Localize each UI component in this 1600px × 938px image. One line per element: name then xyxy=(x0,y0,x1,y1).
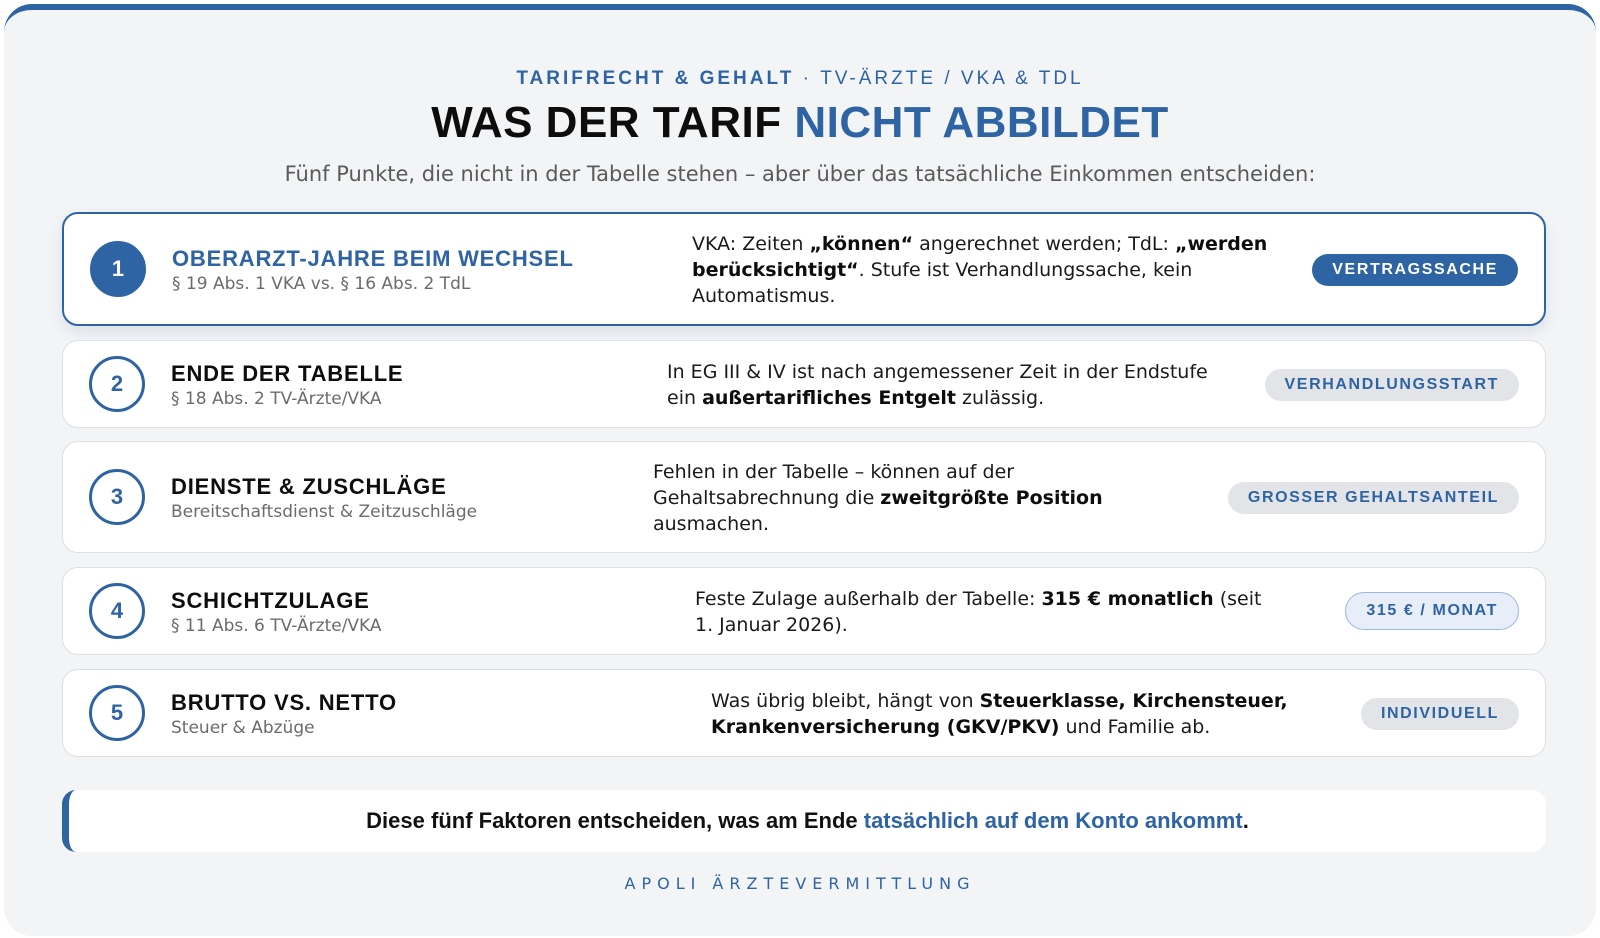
item-number-4: 4 xyxy=(89,583,145,639)
item-badge-4: 315 € / MONAT xyxy=(1345,592,1519,630)
desc-text: Feste Zulage außerhalb der Tabelle: xyxy=(695,588,1042,610)
item-badge-1: VERTRAGSSACHE xyxy=(1312,254,1518,286)
eyebrow-main: TARIFRECHT & GEHALT xyxy=(516,68,795,89)
item-card-1: 1 OBERARZT-JAHRE BEIM WECHSEL § 19 Abs. … xyxy=(62,212,1546,326)
item-subtitle-4: § 11 Abs. 6 TV-Ärzte/VKA xyxy=(171,616,382,636)
desc-text: ausmachen. xyxy=(653,513,769,535)
footer-brand: APOLI ÄRZTEVERMITTLUNG xyxy=(624,874,976,893)
desc-text: und Familie ab. xyxy=(1059,716,1211,738)
banner-highlight: tatsächlich auf dem Konto ankommt xyxy=(863,808,1243,833)
item-subtitle-1: § 19 Abs. 1 VKA vs. § 16 Abs. 2 TdL xyxy=(172,274,471,294)
infographic-frame: TARIFRECHT & GEHALT · TV-ÄRZTE / VKA & T… xyxy=(4,4,1596,936)
item-badge-5: INDIVIDUELL xyxy=(1360,698,1519,730)
item-number-5: 5 xyxy=(89,685,145,741)
page-title: WAS DER TARIF NICHT ABBILDET xyxy=(4,98,1596,148)
eyebrow-separator: · xyxy=(802,68,812,89)
item-card-2: 2 ENDE DER TABELLE § 18 Abs. 2 TV-Ärzte/… xyxy=(62,340,1546,428)
item-title-5: BRUTTO VS. NETTO xyxy=(171,690,397,715)
desc-bold-text: außertarifliches Entgelt xyxy=(702,387,956,409)
banner-text-after: . xyxy=(1242,808,1249,833)
desc-text: angerechnet werden; TdL: xyxy=(913,233,1175,255)
item-title-3: DIENSTE & ZUSCHLÄGE xyxy=(171,474,447,499)
page-subtitle: Fünf Punkte, die nicht in der Tabelle st… xyxy=(284,162,1316,186)
item-subtitle-2: § 18 Abs. 2 TV-Ärzte/VKA xyxy=(171,389,382,409)
item-title-2: ENDE DER TABELLE xyxy=(171,361,404,386)
item-card-5: 5 BRUTTO VS. NETTO Steuer & Abzüge Was ü… xyxy=(62,669,1546,757)
item-subtitle-3: Bereitschaftsdienst & Zeitzuschläge xyxy=(171,502,478,522)
desc-bold-text: 315 € monatlich xyxy=(1041,588,1214,610)
desc-text: zulässig. xyxy=(955,387,1045,409)
item-title-4: SCHICHTZULAGE xyxy=(171,588,370,613)
item-badge-2: VERHANDLUNGSSTART xyxy=(1264,369,1519,401)
item-desc-3: Fehlen in der Tabelle – können auf der G… xyxy=(653,459,1123,537)
title-dark: WAS DER TARIF xyxy=(431,98,782,147)
item-number-3: 3 xyxy=(89,469,145,525)
item-number-2: 2 xyxy=(89,356,145,412)
item-card-3: 3 DIENSTE & ZUSCHLÄGE Bereitschaftsdiens… xyxy=(62,441,1546,553)
item-desc-4: Feste Zulage außerhalb der Tabelle: 315 … xyxy=(695,586,1285,638)
item-subtitle-5: Steuer & Abzüge xyxy=(171,718,315,738)
item-title-1: OBERARZT-JAHRE BEIM WECHSEL xyxy=(172,246,574,271)
desc-text: Was übrig bleibt, hängt von xyxy=(711,690,980,712)
item-number-1: 1 xyxy=(90,241,146,297)
item-desc-5: Was übrig bleibt, hängt von Steuerklasse… xyxy=(711,688,1311,740)
item-badge-3: GROSSER GEHALTSANTEIL xyxy=(1227,482,1519,514)
summary-banner: Diese fünf Faktoren entscheiden, was am … xyxy=(62,790,1546,852)
eyebrow: TARIFRECHT & GEHALT · TV-ÄRZTE / VKA & T… xyxy=(4,68,1596,90)
eyebrow-rest: TV-ÄRZTE / VKA & TDL xyxy=(820,68,1084,89)
desc-bold-text: zweitgrößte Position xyxy=(880,487,1103,509)
title-accent: NICHT ABBILDET xyxy=(794,98,1169,147)
item-desc-2: In EG III & IV ist nach angemessener Zei… xyxy=(667,359,1227,411)
desc-bold-text: „können“ xyxy=(809,233,914,255)
desc-text: VKA: Zeiten xyxy=(692,233,810,255)
item-card-4: 4 SCHICHTZULAGE § 11 Abs. 6 TV-Ärzte/VKA… xyxy=(62,567,1546,655)
banner-text-before: Diese fünf Faktoren entscheiden, was am … xyxy=(366,808,864,833)
item-desc-1: VKA: Zeiten „können“ angerechnet werden;… xyxy=(692,231,1282,309)
